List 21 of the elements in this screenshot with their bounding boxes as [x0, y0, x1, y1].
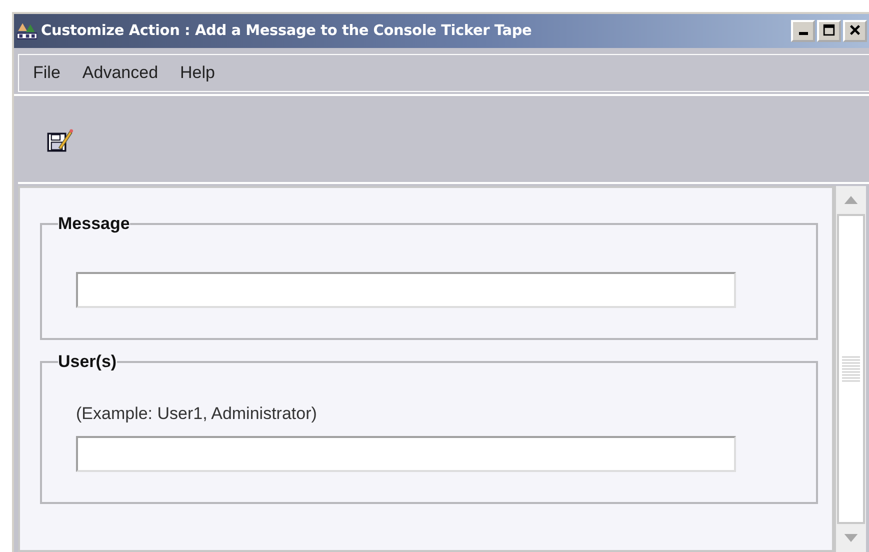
- maximize-icon: [822, 23, 836, 37]
- menu-item[interactable]: Help: [180, 63, 215, 83]
- menu-item[interactable]: Advanced: [82, 63, 158, 83]
- menu-item[interactable]: File: [33, 63, 60, 83]
- hint-text: (Example: User1, Administrator): [76, 404, 318, 424]
- grip-icon: [842, 356, 860, 382]
- minimize-button[interactable]: [791, 20, 815, 42]
- scrollbar[interactable]: [834, 186, 866, 552]
- up-arrow-icon: [844, 196, 858, 204]
- maximize-button[interactable]: [817, 20, 841, 42]
- down-arrow-icon: [844, 534, 858, 542]
- trees-icon: [17, 22, 37, 40]
- close-button[interactable]: [843, 20, 867, 42]
- group-title: Message: [58, 214, 130, 234]
- input-field[interactable]: [76, 436, 736, 472]
- window-title: Customize Action : Add a Message to the Console Ticker Tape: [41, 23, 533, 39]
- group-title: User(s): [58, 352, 117, 372]
- scroll-thumb[interactable]: [837, 214, 865, 524]
- input-field[interactable]: [76, 272, 736, 308]
- close-icon: [848, 23, 862, 37]
- minimize-icon: [798, 32, 808, 35]
